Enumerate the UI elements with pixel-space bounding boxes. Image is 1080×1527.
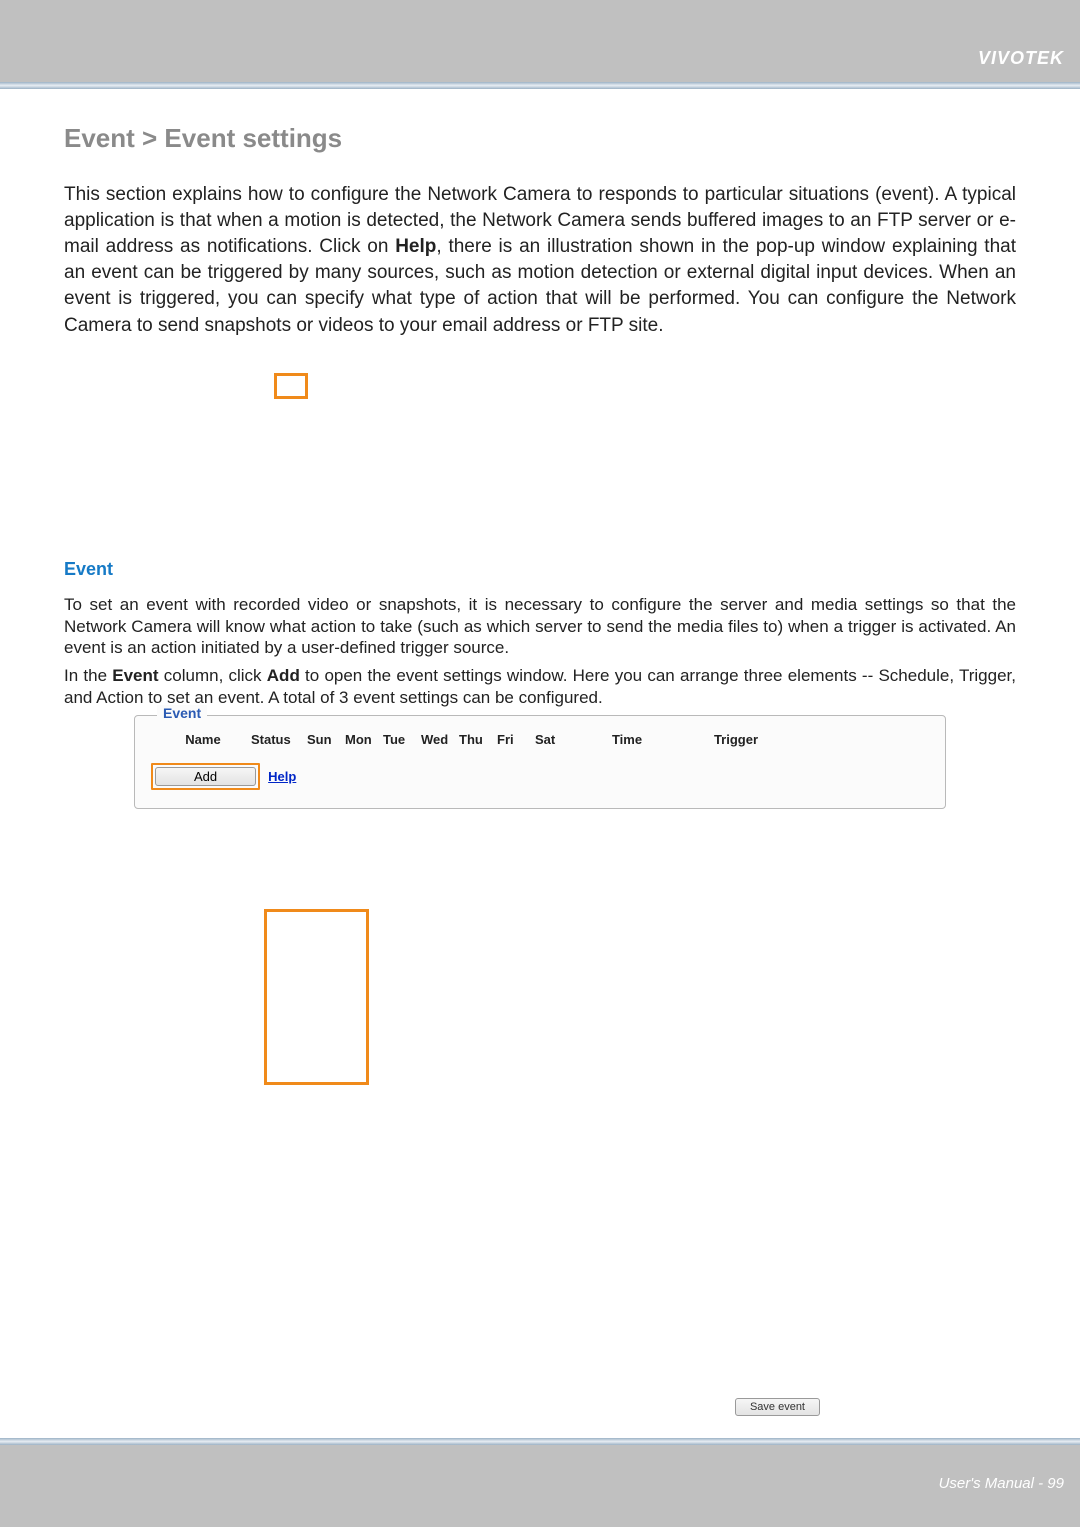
highlight-box-small <box>274 373 308 399</box>
intro-help-bold: Help <box>395 236 436 257</box>
col-sun: Sun <box>307 732 345 747</box>
col-fri: Fri <box>497 732 535 747</box>
page-title: Event > Event settings <box>64 123 1016 154</box>
event-fieldset: Event Name Status Sun Mon Tue Wed Thu Fr… <box>134 715 946 809</box>
event-legend: Event <box>157 705 207 721</box>
event-table-header: Name Status Sun Mon Tue Wed Thu Fri Sat … <box>151 726 929 763</box>
col-name: Name <box>155 732 251 747</box>
save-event-button[interactable]: Save event <box>735 1398 820 1416</box>
col-tue: Tue <box>383 732 421 747</box>
ep2a: In the <box>64 666 112 685</box>
divider-top <box>0 82 1080 89</box>
col-status: Status <box>251 732 307 747</box>
col-sat: Sat <box>535 732 573 747</box>
event-paragraph-2: In the Event column, click Add to open t… <box>64 665 1016 709</box>
event-paragraph-1: To set an event with recorded video or s… <box>64 594 1016 659</box>
divider-bottom <box>0 1438 1080 1445</box>
header-bar: VIVOTEK <box>0 0 1080 82</box>
col-trigger: Trigger <box>681 732 791 747</box>
ep2b: column, click <box>159 666 267 685</box>
add-button[interactable]: Add <box>155 767 256 786</box>
ep2-add-bold: Add <box>267 666 300 685</box>
footer-bar: User's Manual - 99 <box>0 1445 1080 1527</box>
event-controls-row: Add Help <box>151 763 929 790</box>
col-mon: Mon <box>345 732 383 747</box>
section-heading-event: Event <box>64 559 1016 580</box>
add-button-highlight: Add <box>151 763 260 790</box>
col-wed: Wed <box>421 732 459 747</box>
highlight-box-large <box>264 909 369 1085</box>
help-link[interactable]: Help <box>268 769 296 784</box>
footer-text: User's Manual - 99 <box>939 1475 1064 1492</box>
ep2-event-bold: Event <box>112 666 158 685</box>
page-content: Event > Event settings This section expl… <box>0 89 1080 1439</box>
col-time: Time <box>573 732 681 747</box>
brand-logo: VIVOTEK <box>978 48 1064 69</box>
intro-paragraph: This section explains how to configure t… <box>64 182 1016 339</box>
col-thu: Thu <box>459 732 497 747</box>
